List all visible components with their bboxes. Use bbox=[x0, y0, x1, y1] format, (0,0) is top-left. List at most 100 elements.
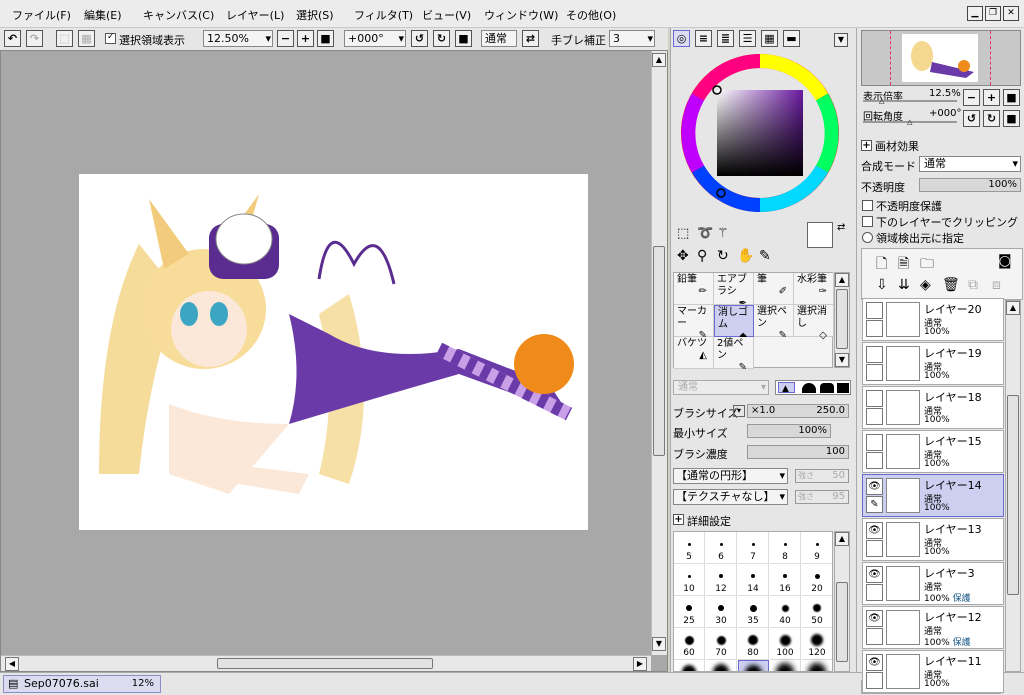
selection-display-checkbox[interactable]: ✓ bbox=[105, 32, 116, 44]
brush-shape-dropdown[interactable]: 【通常の円形】 ▾ bbox=[673, 468, 788, 484]
layer-row[interactable]: レイヤー19 通常 100% bbox=[862, 342, 1004, 385]
primary-color-swatch[interactable] bbox=[807, 222, 833, 248]
nav-rotate-left-icon[interactable]: ↺ bbox=[963, 110, 980, 127]
new-folder-icon[interactable]: 🗀 bbox=[920, 253, 934, 277]
preserve-opacity-checkbox[interactable] bbox=[862, 200, 873, 211]
menu-other[interactable]: その他(O) bbox=[566, 7, 616, 23]
nav-rotation-reset-icon[interactable]: ■ bbox=[1003, 110, 1020, 127]
zoom-dropdown[interactable]: 12.50% ▾ bbox=[203, 30, 273, 47]
brush-size-option[interactable]: 80 bbox=[738, 628, 769, 660]
color-wheel[interactable] bbox=[679, 52, 841, 214]
layer-blend-dropdown[interactable]: 通常 ▾ bbox=[919, 156, 1021, 172]
panel-collapse-icon[interactable]: ▼ bbox=[834, 33, 848, 47]
delete-layer-icon[interactable]: 🗑 bbox=[942, 277, 960, 293]
eye-icon[interactable]: 👁 bbox=[866, 610, 883, 627]
lasso-icon[interactable]: ➰ bbox=[697, 226, 713, 241]
brush-size-option[interactable]: 35 bbox=[738, 596, 769, 628]
brush-mode-dropdown[interactable]: 通常 ▾ bbox=[673, 380, 769, 395]
tool-marker[interactable]: マーカー ✎ bbox=[674, 305, 714, 341]
layer-row[interactable]: 👁 レイヤー3 通常 100% 保護 bbox=[862, 562, 1004, 605]
visibility-toggle[interactable] bbox=[866, 390, 883, 407]
layer-list-scroll-thumb[interactable] bbox=[1007, 395, 1019, 595]
brush-size-option[interactable]: 120 bbox=[802, 628, 832, 660]
color-wheel-tab-icon[interactable]: ◎ bbox=[673, 30, 690, 47]
scroll-up-icon[interactable]: ▲ bbox=[652, 53, 666, 67]
scroll-right-icon[interactable]: ▶ bbox=[633, 657, 647, 671]
scratchpad-tab-icon[interactable]: ▬ bbox=[783, 30, 800, 47]
texture-strength-slider[interactable]: 強さ 95 bbox=[795, 490, 849, 504]
brush-edge-selector[interactable]: ▲ bbox=[775, 380, 851, 395]
rect-select-icon[interactable]: ⬚ bbox=[677, 226, 689, 241]
clip-lower-checkbox[interactable] bbox=[862, 216, 873, 227]
layer-opacity-slider[interactable]: 100% bbox=[919, 178, 1021, 192]
flip-icon[interactable]: ⇄ bbox=[522, 30, 539, 47]
brush-size-option[interactable]: 5 bbox=[674, 532, 705, 564]
layer-row[interactable]: 👁 レイヤー13 通常 100% bbox=[862, 518, 1004, 561]
eye-icon[interactable]: 👁 bbox=[866, 522, 883, 539]
canvas-vscroll-thumb[interactable] bbox=[653, 246, 665, 456]
scroll-up-icon[interactable]: ▲ bbox=[835, 273, 849, 287]
edge-round-option[interactable] bbox=[802, 383, 816, 393]
brush-size-option[interactable]: 100 bbox=[770, 628, 801, 660]
rotate-tool-icon[interactable]: ↻ bbox=[717, 248, 729, 264]
tool-binary-pen[interactable]: 2値ペン ✎ bbox=[714, 337, 754, 373]
blend-mode-button[interactable]: 通常 bbox=[481, 30, 517, 47]
scroll-up-icon[interactable]: ▲ bbox=[835, 532, 849, 546]
rotation-reset-icon[interactable]: ■ bbox=[455, 30, 472, 47]
expand-icon[interactable]: + bbox=[861, 140, 872, 151]
minimize-icon[interactable]: ▁ bbox=[967, 6, 983, 21]
tool-watercolor[interactable]: 水彩筆 ✑ bbox=[794, 273, 834, 305]
palette-tab-icon[interactable]: ▦ bbox=[761, 30, 778, 47]
visibility-toggle[interactable] bbox=[866, 302, 883, 319]
brush-size-option[interactable]: 300 bbox=[770, 660, 801, 671]
layer-lock-toggle[interactable] bbox=[866, 672, 883, 689]
rotation-dropdown[interactable]: +000° ▾ bbox=[344, 30, 406, 47]
deselect-icon[interactable]: ⬚ bbox=[56, 30, 73, 47]
scroll-down-icon[interactable]: ▼ bbox=[835, 353, 849, 367]
brush-size-option[interactable]: 16 bbox=[770, 564, 801, 596]
layer-lock-toggle[interactable] bbox=[866, 408, 883, 425]
brush-size-slider[interactable]: ×1.0 250.0 bbox=[747, 404, 849, 418]
swap-colors-icon[interactable]: ⇄ bbox=[837, 222, 845, 233]
brush-size-option[interactable]: 10 bbox=[674, 564, 705, 596]
scroll-down-icon[interactable]: ▼ bbox=[652, 637, 666, 651]
brush-size-option[interactable]: 160 bbox=[674, 660, 705, 671]
expand-icon[interactable]: + bbox=[673, 514, 684, 525]
tool-brush[interactable]: 筆 ✐ bbox=[754, 273, 794, 305]
navigator-preview[interactable] bbox=[861, 30, 1021, 86]
tool-grid-scrollbar[interactable]: ▲ ▼ bbox=[834, 272, 850, 368]
layer-list-scrollbar[interactable]: ▲ bbox=[1005, 300, 1021, 672]
tool-airbrush[interactable]: エアブラシ ✒ bbox=[714, 273, 754, 309]
tool-select-erase[interactable]: 選択消し ◇ bbox=[794, 305, 834, 341]
brush-size-option[interactable]: 60 bbox=[674, 628, 705, 660]
menu-canvas[interactable]: キャンバス(C) bbox=[143, 7, 214, 23]
close-icon[interactable]: ✕ bbox=[1003, 6, 1019, 21]
brush-size-option[interactable]: 20 bbox=[802, 564, 832, 596]
nav-zoom-out-icon[interactable]: − bbox=[963, 89, 980, 106]
rgb-slider-tab-icon[interactable]: ≡ bbox=[695, 30, 712, 47]
zoom-tool-icon[interactable]: ⚲ bbox=[697, 248, 707, 264]
brush-size-option[interactable]: 25 bbox=[674, 596, 705, 628]
nav-rotation-slider[interactable]: △ bbox=[863, 118, 957, 126]
apply-mask-icon[interactable]: ⧉ bbox=[968, 277, 978, 293]
layer-lock-toggle[interactable] bbox=[866, 364, 883, 381]
menu-view[interactable]: ビュー(V) bbox=[422, 7, 471, 23]
eye-icon[interactable]: 👁 bbox=[866, 566, 883, 583]
layer-row[interactable]: 👁 レイヤー12 通常 100% 保護 bbox=[862, 606, 1004, 649]
swatch-tab-icon[interactable]: ☰ bbox=[739, 30, 756, 47]
tool-select-pen[interactable]: 選択ペン ✎ bbox=[754, 305, 794, 341]
shape-strength-slider[interactable]: 強さ 50 bbox=[795, 469, 849, 483]
document-tab[interactable]: ▤ Sep07076.sai 12% bbox=[3, 675, 161, 693]
nav-zoom-slider[interactable]: △ bbox=[863, 97, 957, 105]
canvas-horizontal-scrollbar[interactable]: ◀ ▶ bbox=[1, 655, 651, 671]
paper-texture-header[interactable]: 画材効果 bbox=[875, 138, 919, 154]
eye-icon[interactable]: 👁 bbox=[866, 654, 883, 671]
brush-size-option[interactable]: 50 bbox=[802, 596, 832, 628]
move-icon[interactable]: ✥ bbox=[677, 248, 689, 264]
brush-size-option[interactable]: 250 bbox=[738, 660, 769, 671]
layer-lock-toggle[interactable] bbox=[866, 320, 883, 337]
brush-size-option[interactable]: 9 bbox=[802, 532, 832, 564]
brush-size-option[interactable]: 8 bbox=[770, 532, 801, 564]
nav-zoom-in-icon[interactable]: + bbox=[983, 89, 1000, 106]
brush-lock-icon[interactable]: ✎ bbox=[866, 496, 883, 513]
